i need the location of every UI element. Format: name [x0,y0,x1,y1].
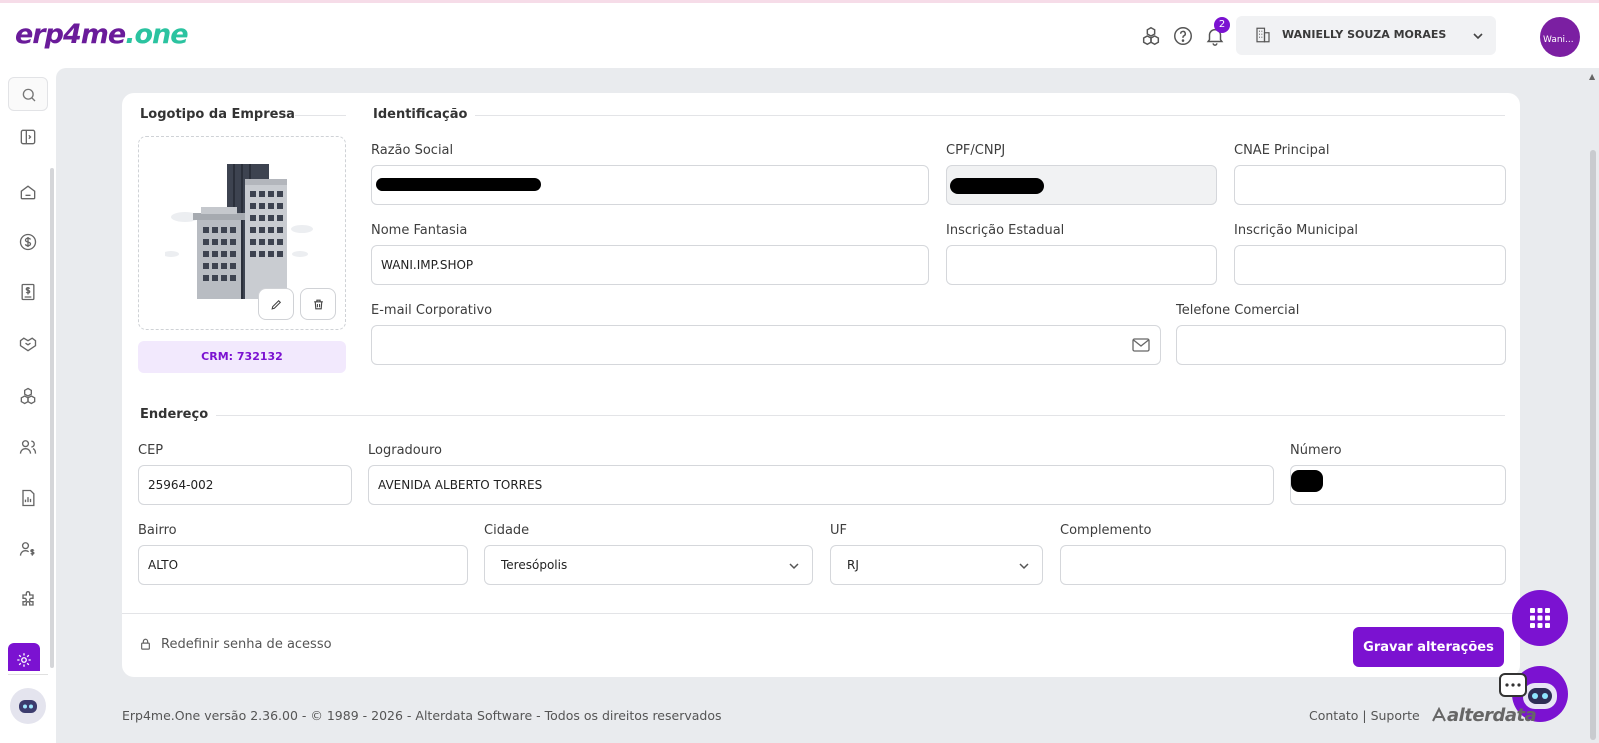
cidade-label: Cidade [484,523,530,538]
lock-icon [141,638,150,650]
inscricao-municipal-input[interactable] [1234,245,1506,285]
chevron-down-icon [1019,563,1029,570]
grid-icon [1530,608,1550,628]
logradouro-label: Logradouro [368,443,442,458]
cnae-label: CNAE Principal [1234,143,1330,158]
uf-select[interactable]: RJ [830,545,1043,585]
chevron-down-icon [1473,33,1483,40]
reset-password-link[interactable]: Redefinir senha de acesso [140,637,332,652]
cep-label: CEP [138,443,164,458]
sidebar [0,68,56,743]
apps-grid-button[interactable] [1512,590,1568,646]
pencil-icon [271,299,282,310]
handshake-icon[interactable] [18,334,38,354]
section-divider [375,115,1505,116]
inscricao-municipal-label: Inscrição Municipal [1234,223,1359,238]
chat-bubble-icon[interactable] [1499,673,1527,697]
address-section-title: Endereço [140,407,217,422]
alterdata-logo: alterdata [1431,705,1537,726]
nome-fantasia-input[interactable]: WANI.IMP.SHOP [371,245,929,285]
collapse-icon[interactable] [18,127,38,147]
trash-icon [314,299,323,310]
email-input[interactable] [371,325,1161,365]
logradouro-input[interactable]: AVENIDA ALBERTO TORRES [368,465,1274,505]
email-label: E-mail Corporativo [371,303,493,318]
edit-logo-button[interactable] [258,288,294,320]
sidebar-item-settings[interactable] [8,643,40,671]
company-selector[interactable]: WANIELLY SOUZA MORAES [1236,16,1496,55]
inscricao-estadual-label: Inscrição Estadual [946,223,1065,238]
form-footer-divider [122,613,1520,614]
search-icon [22,88,36,102]
crm-badge: CRM: 732132 [138,341,346,373]
delete-logo-button[interactable] [300,288,336,320]
uf-label: UF [830,523,847,538]
scroll-up-arrow[interactable]: ▲ [1589,72,1595,81]
envelope-icon [1132,338,1150,352]
modules-icon[interactable] [1140,25,1162,47]
cep-input[interactable]: 25964-002 [138,465,352,505]
razao-social-label: Razão Social [371,143,454,158]
cidade-select[interactable]: Teresópolis [484,545,813,585]
redacted-mark [1291,470,1323,492]
modules-icon[interactable] [18,386,38,406]
bairro-input[interactable]: ALTO [138,545,468,585]
app-header: erp4me.one 2 WANIELLY SOUZA MORAES Wani.… [0,3,1599,68]
redacted-mark [376,178,541,191]
bairro-label: Bairro [138,523,177,538]
users-icon[interactable] [18,437,38,457]
complemento-input[interactable] [1060,545,1506,585]
chevron-down-icon [789,563,799,570]
building-icon [1256,27,1270,43]
user-avatar[interactable]: Wani... [1540,17,1580,57]
home-icon[interactable] [18,182,38,202]
app-logo[interactable]: erp4me.one [15,19,189,50]
payroll-icon[interactable] [18,539,38,559]
extensions-icon[interactable] [18,590,38,610]
nome-fantasia-label: Nome Fantasia [371,223,468,238]
cnae-input[interactable] [1234,165,1506,205]
section-divider [140,415,1505,416]
notification-badge: 2 [1214,17,1230,33]
numero-label: Número [1290,443,1342,458]
telefone-input[interactable] [1176,325,1506,365]
assistant-icon[interactable] [10,688,46,724]
sidebar-scrollbar[interactable] [50,168,54,668]
redacted-mark [950,178,1044,194]
help-icon[interactable] [1172,25,1194,47]
page-scrollbar[interactable] [1590,150,1596,740]
inscricao-estadual-input[interactable] [946,245,1217,285]
sidebar-search-button[interactable] [8,77,48,111]
building-illustration [165,164,313,299]
reports-icon[interactable] [18,488,38,508]
footer-links[interactable]: Contato | Suporte [1309,708,1420,723]
telefone-label: Telefone Comercial [1176,303,1300,318]
finance-icon[interactable] [18,232,38,252]
alterdata-logo-icon [1432,706,1446,722]
identification-section-title: Identificação [373,107,476,122]
save-changes-button[interactable]: Gravar alterações [1353,627,1504,667]
footer-copyright: Erp4me.One versão 2.36.00 - © 1989 - 202… [122,708,722,723]
sidebar-divider [8,674,48,675]
settings-icon [17,653,31,667]
cpf-cnpj-label: CPF/CNPJ [946,143,1006,158]
logo-section-title: Logotipo da Empresa [140,107,295,122]
invoice-icon[interactable] [18,282,38,302]
company-name: WANIELLY SOUZA MORAES [1282,28,1447,41]
complemento-label: Complemento [1060,523,1152,538]
